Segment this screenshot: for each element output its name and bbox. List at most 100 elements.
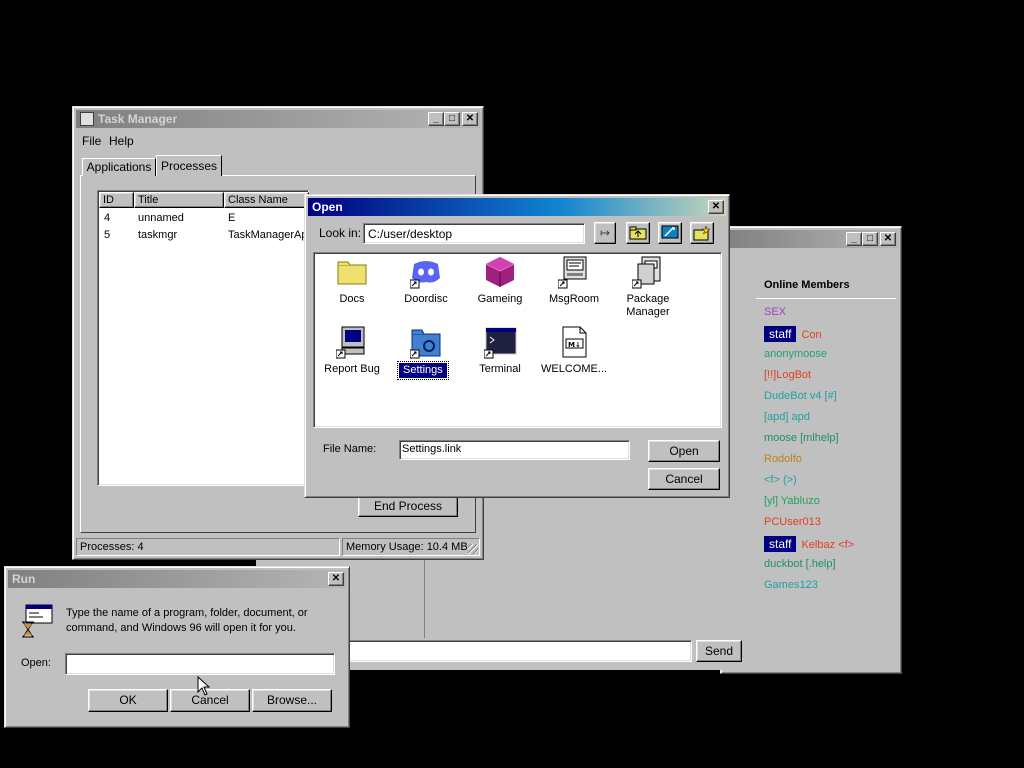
member-name: Con <box>801 329 822 341</box>
maximize-button[interactable]: □ <box>444 112 460 126</box>
member-item[interactable]: SEX <box>764 306 786 318</box>
open-dialog-title: Open <box>312 200 343 214</box>
file-item-label: Doordisc <box>404 293 448 305</box>
column-class-name[interactable]: Class Name <box>224 192 309 208</box>
up-folder-icon <box>629 226 647 240</box>
run-browse-button[interactable]: Browse... <box>252 689 332 712</box>
run-open-label: Open: <box>21 657 51 669</box>
cube-icon <box>484 256 516 288</box>
terminal-icon <box>483 326 517 359</box>
run-open-input[interactable] <box>65 653 335 675</box>
file-name-label: File Name: <box>323 443 377 455</box>
file-item-label: Package Manager <box>626 293 670 318</box>
look-in-path[interactable]: C:/user/desktop <box>363 223 585 244</box>
table-cell-title: taskmgr <box>138 229 178 241</box>
table-cell-id: 4 <box>104 212 111 224</box>
svg-text:M↓: M↓ <box>568 341 581 349</box>
resize-grip-icon[interactable] <box>468 544 478 554</box>
member-item[interactable]: <f> (>) <box>764 474 797 486</box>
close-button[interactable]: ✕ <box>880 232 896 246</box>
msgroom-icon <box>557 256 590 289</box>
member-name: Rodolfo <box>764 453 802 465</box>
up-folder-button[interactable] <box>626 222 650 244</box>
tab-processes[interactable]: Processes <box>156 155 222 176</box>
table-cell-title: unnamed <box>138 212 184 224</box>
member-item[interactable]: staff Con <box>764 326 822 342</box>
new-folder-icon <box>693 225 711 241</box>
task-manager-titlebar[interactable]: Task Manager _ □ ✕ <box>76 110 480 128</box>
close-button[interactable]: ✕ <box>328 572 344 586</box>
run-dialog-titlebar[interactable]: Run ✕ <box>8 570 346 588</box>
arrow-icon: ↦ <box>600 226 611 240</box>
member-item[interactable]: DudeBot v4 [#] <box>764 390 837 402</box>
tab-applications[interactable]: Applications <box>82 158 156 176</box>
file-item-label: Report Bug <box>324 363 380 375</box>
column-id[interactable]: ID <box>99 192 134 208</box>
table-cell-class: TaskManagerAp <box>228 229 308 241</box>
members-title: Online Members <box>764 279 850 291</box>
look-in-label: Look in: <box>319 226 362 240</box>
member-name: [yl] Yabluzo <box>764 495 820 507</box>
member-item[interactable]: moose [mlhelp] <box>764 432 839 444</box>
member-name: SEX <box>764 306 787 318</box>
file-item-label: Docs <box>339 293 365 305</box>
chat-message-input[interactable] <box>346 640 692 662</box>
menu-help[interactable]: Help <box>109 134 134 148</box>
go-back-button[interactable]: ↦ <box>594 222 616 244</box>
member-item[interactable]: Rodolfo <box>764 453 802 465</box>
menu-file[interactable]: File <box>82 134 101 148</box>
open-button[interactable]: Open <box>648 440 720 462</box>
markdown-file-icon: M↓ <box>558 326 590 358</box>
desktop-icon <box>661 225 679 239</box>
staff-badge: staff <box>764 326 797 342</box>
end-process-button[interactable]: End Process <box>358 496 458 517</box>
file-item-label: MsgRoom <box>548 293 600 305</box>
member-name: Games123 <box>764 579 818 591</box>
file-item-label: Gameing <box>477 293 523 305</box>
computer-icon <box>335 326 368 359</box>
member-item[interactable]: [yl] Yabluzo <box>764 495 820 507</box>
member-item[interactable]: anonymoose <box>764 348 827 360</box>
send-button[interactable]: Send <box>696 640 742 662</box>
file-item-label: WELCOME... <box>540 363 607 375</box>
task-manager-title: Task Manager <box>98 112 178 126</box>
minimize-button[interactable]: _ <box>846 232 862 246</box>
member-item[interactable]: Games123 <box>764 579 818 591</box>
member-name: anonymoose <box>764 348 827 360</box>
task-manager-app-icon <box>80 112 94 126</box>
member-name: PCUser013 <box>764 516 821 528</box>
member-name: Kelbaz <f> <box>801 539 855 551</box>
file-item-label: Terminal <box>479 363 521 375</box>
member-item[interactable]: [!!]LogBot <box>764 369 811 381</box>
maximize-button[interactable]: □ <box>862 232 878 246</box>
new-folder-button[interactable] <box>690 222 714 244</box>
open-dialog-titlebar[interactable]: Open ✕ <box>308 198 726 216</box>
folder-icon <box>336 256 368 288</box>
file-name-field[interactable]: Settings.link <box>399 440 630 460</box>
member-item[interactable]: [apd] apd <box>764 411 810 423</box>
file-item-label: Settings <box>397 361 449 380</box>
desktop-button[interactable] <box>658 222 682 244</box>
member-item[interactable]: PCUser013 <box>764 516 821 528</box>
run-ok-button[interactable]: OK <box>88 689 168 712</box>
member-name: [!!]LogBot <box>764 369 812 381</box>
member-name: <f> (>) <box>764 474 797 486</box>
status-memory: Memory Usage: 10.4 MB <box>342 538 480 556</box>
member-item[interactable]: staff Kelbaz <f> <box>764 536 855 552</box>
member-item[interactable]: duckbot [.help] <box>764 558 836 570</box>
status-processes: Processes: 4 <box>76 538 340 556</box>
chat-titlebar[interactable]: _ □ ✕ <box>724 230 898 248</box>
member-name: moose [mlhelp] <box>764 432 839 444</box>
members-divider <box>756 298 896 299</box>
table-row[interactable]: 5 taskmgr TaskManagerAp <box>100 228 308 244</box>
close-button[interactable]: ✕ <box>462 112 478 126</box>
table-cell-id: 5 <box>104 229 111 241</box>
run-description: Type the name of a program, folder, docu… <box>66 607 308 634</box>
run-icon <box>22 604 53 638</box>
cancel-button[interactable]: Cancel <box>648 468 720 490</box>
table-row[interactable]: 4 unnamed E <box>100 211 306 227</box>
settings-folder-icon <box>409 326 442 359</box>
column-title[interactable]: Title <box>134 192 224 208</box>
close-button[interactable]: ✕ <box>708 200 724 214</box>
minimize-button[interactable]: _ <box>428 112 444 126</box>
